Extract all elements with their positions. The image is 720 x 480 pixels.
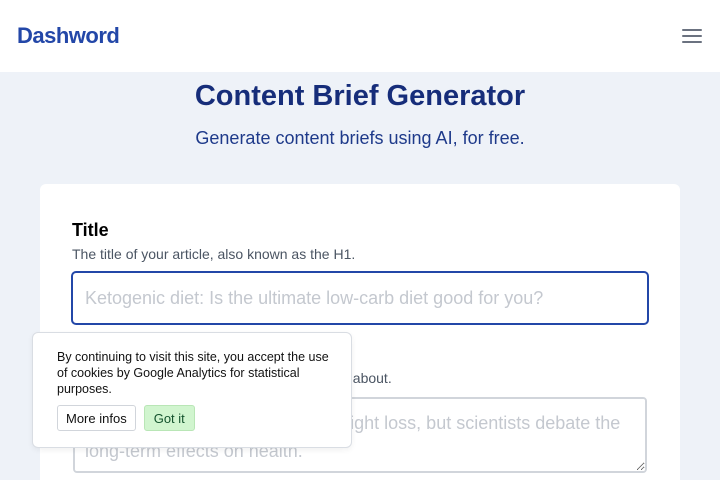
dashword-logo[interactable]: Dashword	[17, 23, 120, 49]
title-input[interactable]	[71, 271, 649, 325]
title-field-help: The title of your article, also known as…	[72, 246, 356, 262]
menu-bar	[682, 41, 702, 43]
top-navbar: Dashword	[0, 0, 720, 72]
more-infos-button[interactable]: More infos	[57, 405, 136, 431]
title-field-label: Title	[72, 220, 109, 240]
cookie-actions: More infos Got it	[57, 405, 195, 431]
page-title: Content Brief Generator	[194, 80, 526, 112]
page-subtitle: Generate content briefs using AI, for fr…	[195, 128, 525, 148]
cookie-consent-text: By continuing to visit this site, you ac…	[57, 350, 329, 396]
menu-bar	[682, 35, 702, 37]
got-it-button[interactable]: Got it	[143, 405, 195, 431]
menu-bar	[682, 29, 702, 31]
cookie-consent-banner: By continuing to visit this site, you ac…	[32, 332, 352, 448]
hamburger-menu-icon[interactable]	[682, 27, 702, 45]
